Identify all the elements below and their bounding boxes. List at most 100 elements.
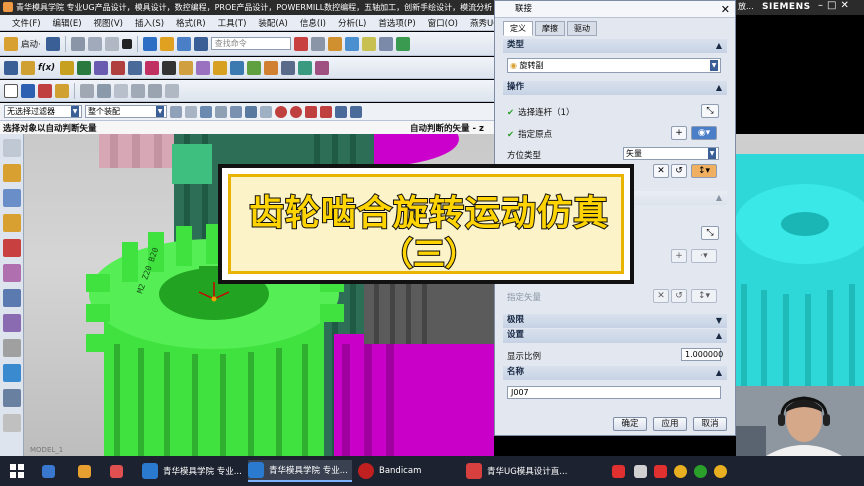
menu-format[interactable]: 格式(R) [170, 17, 212, 29]
section-limits-header[interactable]: 极限 ▼ [503, 314, 727, 328]
select-box-icon[interactable] [21, 83, 35, 98]
pinned-app-icon[interactable] [110, 465, 123, 478]
wireframe-icon[interactable] [4, 83, 18, 98]
search-icon[interactable] [42, 465, 55, 478]
part-navigator-icon[interactable] [3, 214, 21, 232]
select-all-icon[interactable] [55, 83, 69, 98]
filter-option-icon[interactable] [230, 105, 242, 118]
filter-option-icon[interactable] [170, 105, 182, 118]
rotate-icon[interactable] [148, 83, 162, 98]
point-type-dropdown[interactable]: ◉▾ [691, 126, 717, 140]
sketch-icon[interactable] [4, 60, 18, 75]
snap-end-icon[interactable] [305, 105, 317, 118]
close-icon[interactable]: ✕ [721, 2, 730, 18]
name-input[interactable]: J007 [507, 386, 721, 399]
menu-insert[interactable]: 插入(S) [129, 17, 170, 29]
assembly-scope-dropdown[interactable]: 整个装配 ▼ [85, 105, 167, 118]
line-icon[interactable] [144, 60, 159, 75]
snap-center-icon[interactable] [290, 105, 302, 118]
wechat-icon[interactable] [694, 465, 707, 478]
cancel-button[interactable]: 取消 [693, 417, 727, 431]
system-scenes-icon[interactable] [3, 389, 21, 407]
base-point-icon[interactable]: + [671, 249, 687, 263]
chamfer-icon[interactable] [212, 60, 227, 75]
orient-type-dropdown[interactable]: 矢量 ▼ [623, 147, 719, 160]
menu-window[interactable]: 窗口(O) [422, 17, 464, 29]
tray-app-icon[interactable] [654, 465, 667, 478]
delete-icon[interactable] [121, 38, 132, 49]
ok-button[interactable]: 确定 [613, 417, 647, 431]
orient-icon[interactable] [378, 36, 393, 51]
tab-friction[interactable]: 摩擦 [535, 21, 565, 36]
touch-mode-icon[interactable] [176, 36, 191, 51]
show-icon[interactable] [97, 83, 111, 98]
joint-type-dropdown[interactable]: ◉ 旋转副 ▼ [507, 58, 721, 73]
vector-dropdown[interactable]: ↕▾ [691, 289, 717, 303]
layer-icon[interactable] [310, 36, 325, 51]
filter-option-icon[interactable] [260, 105, 272, 118]
fit-icon[interactable] [395, 36, 410, 51]
tray-app-icon[interactable] [714, 465, 727, 478]
section-ops-header[interactable]: 操作 ▲ [503, 81, 727, 95]
menu-edit[interactable]: 编辑(E) [47, 17, 88, 29]
hd3d-icon[interactable] [3, 264, 21, 282]
expression-icon[interactable]: f(x) [38, 63, 55, 73]
web-browser-icon[interactable] [3, 289, 21, 307]
section-type-header[interactable]: 类型 ▲ [503, 39, 727, 53]
move-icon[interactable] [131, 83, 145, 98]
view-icon[interactable] [327, 36, 342, 51]
input-method-icon[interactable] [612, 465, 625, 478]
resource-home-icon[interactable] [3, 139, 21, 157]
taskbar-item[interactable]: 青华模具学院 专业... [142, 460, 242, 482]
filter-option-icon[interactable] [185, 105, 197, 118]
offset-icon[interactable] [280, 60, 295, 75]
start-icon[interactable] [4, 36, 18, 51]
apply-button[interactable]: 应用 [653, 417, 687, 431]
select-link-row[interactable]: ✔ 选择连杆（1） [507, 106, 575, 118]
undo-select-icon[interactable] [38, 83, 52, 98]
constraint-navigator-icon[interactable] [3, 189, 21, 207]
reuse-library-icon[interactable] [3, 239, 21, 257]
menu-info[interactable]: 信息(I) [294, 17, 332, 29]
start-button[interactable]: 启动· [21, 38, 41, 50]
thread-icon[interactable] [314, 60, 329, 75]
tab-definition[interactable]: 定义 [503, 21, 533, 36]
taskbar-item[interactable]: 青华UG模具设计直... [466, 460, 576, 482]
pinned-app-icon[interactable] [78, 465, 91, 478]
point-icon[interactable] [161, 60, 176, 75]
cross-icon[interactable]: ✕ [653, 289, 669, 303]
cut-icon[interactable] [70, 36, 85, 51]
command-search-input[interactable]: 查找命令 [210, 37, 291, 50]
snap-mid-icon[interactable] [320, 105, 332, 118]
extrude-icon[interactable] [76, 60, 91, 75]
mirror-icon[interactable] [263, 60, 278, 75]
shaded-cube-icon[interactable] [344, 36, 359, 51]
close-icon[interactable]: ✕ [840, 0, 848, 11]
link-icon[interactable] [127, 60, 142, 75]
minimize-icon[interactable]: – [818, 0, 823, 11]
sweep-icon[interactable] [297, 60, 312, 75]
trim-icon[interactable] [110, 60, 125, 75]
link-select-icon[interactable]: ⤡ [701, 104, 719, 118]
section-name-header[interactable]: 名称 ▲ [503, 366, 727, 380]
hide-icon[interactable] [80, 83, 94, 98]
render-icon[interactable] [361, 36, 376, 51]
measure-icon[interactable] [165, 83, 179, 98]
snap-grid-icon[interactable] [335, 105, 347, 118]
menu-analysis[interactable]: 分析(L) [332, 17, 372, 29]
section-settings-header[interactable]: 设置 ▲ [503, 329, 727, 343]
filter-option-icon[interactable] [200, 105, 212, 118]
palette-icon[interactable] [3, 414, 21, 432]
snap-point-icon[interactable] [275, 105, 287, 118]
base-select-icon[interactable]: ⤡ [701, 226, 719, 240]
roles-icon[interactable] [3, 364, 21, 382]
copy-icon[interactable] [87, 36, 102, 51]
scale-input[interactable]: 1.000000 [681, 348, 723, 361]
tray-app-icon[interactable] [634, 465, 647, 478]
taskbar-item-active[interactable]: 青华模具学院 专业... [248, 460, 352, 482]
windows-start-icon[interactable] [10, 464, 24, 478]
base-point-dropdown[interactable]: ·▾ [691, 249, 717, 263]
history-icon[interactable] [3, 314, 21, 332]
cross-icon[interactable]: ✕ [653, 164, 669, 178]
point-dialog-icon[interactable]: + [671, 126, 687, 140]
